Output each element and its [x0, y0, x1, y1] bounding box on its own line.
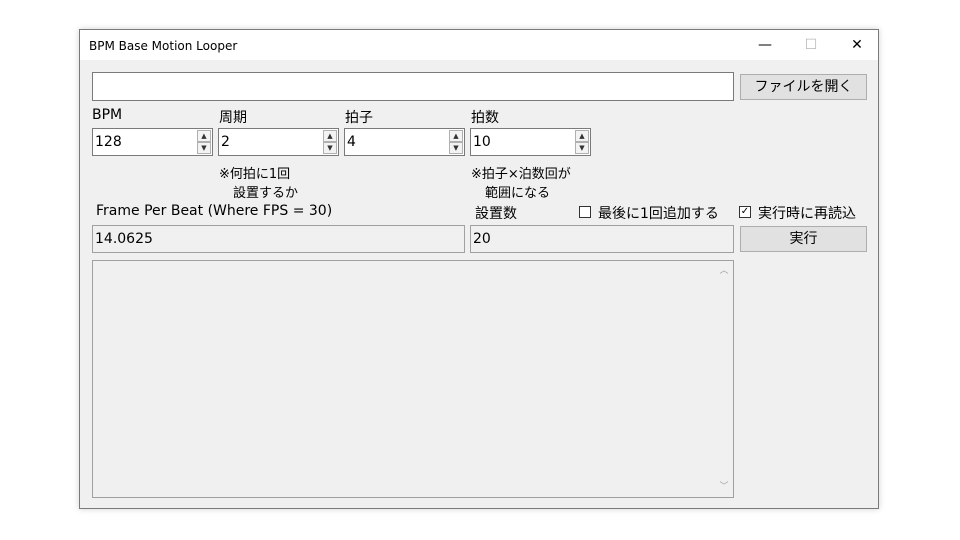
time-signature-spin: ▲ ▼	[449, 130, 463, 155]
time-signature-stepper[interactable]: 4 ▲ ▼	[344, 128, 465, 156]
file-path-input[interactable]	[92, 72, 734, 101]
frame-per-beat-value: 14.0625	[95, 231, 153, 247]
beat-count-spin: ▲ ▼	[575, 130, 589, 155]
open-file-button[interactable]: ファイルを開く	[740, 74, 867, 100]
bpm-spin: ▲ ▼	[197, 130, 211, 155]
period-spin-down-icon[interactable]: ▼	[323, 142, 337, 154]
period-value: 2	[221, 134, 230, 150]
frame-per-beat-label: Frame Per Beat (Where FPS = 30)	[96, 203, 333, 219]
beat-count-spin-up-icon[interactable]: ▲	[575, 130, 589, 142]
run-button[interactable]: 実行	[740, 226, 867, 252]
frame-per-beat-field[interactable]: 14.0625	[92, 225, 465, 253]
minimize-button[interactable]: —	[742, 30, 788, 60]
period-spin-up-icon[interactable]: ▲	[323, 130, 337, 142]
period-note-line2: 設置するか	[233, 186, 299, 201]
placement-count-value: 20	[473, 231, 491, 247]
bpm-spin-up-icon[interactable]: ▲	[197, 130, 211, 142]
period-spin: ▲ ▼	[323, 130, 337, 155]
bpm-value: 128	[95, 134, 122, 150]
beat-count-stepper[interactable]: 10 ▲ ▼	[470, 128, 591, 156]
close-button[interactable]: ✕	[834, 30, 880, 60]
add-once-at-end-label[interactable]: 最後に1回追加する	[598, 203, 719, 223]
scroll-up-icon[interactable]: ︿	[717, 265, 731, 277]
reload-on-run-checkbox[interactable]: ✓	[739, 206, 751, 218]
beat-count-label: 拍数	[471, 110, 499, 126]
period-note-line1: ※何拍に1回	[219, 167, 291, 182]
time-signature-spin-up-icon[interactable]: ▲	[449, 130, 463, 142]
time-signature-label: 拍子	[345, 110, 373, 126]
time-signature-spin-down-icon[interactable]: ▼	[449, 142, 463, 154]
reload-on-run-label[interactable]: 実行時に再読込	[758, 203, 856, 223]
beat-count-spin-down-icon[interactable]: ▼	[575, 142, 589, 154]
title-bar[interactable]: BPM Base Motion Looper — ☐ ✕	[80, 30, 878, 60]
period-stepper[interactable]: 2 ▲ ▼	[218, 128, 339, 156]
beat-count-note-line2: 範囲になる	[485, 186, 551, 201]
period-label: 周期	[219, 110, 247, 126]
bpm-spin-down-icon[interactable]: ▼	[197, 142, 211, 154]
window-title: BPM Base Motion Looper	[89, 39, 238, 53]
app-window: BPM Base Motion Looper — ☐ ✕ ファイルを開く BPM…	[79, 29, 879, 509]
beat-count-note-line1: ※拍子×泊数回が	[471, 167, 571, 182]
output-textarea[interactable]: ︿ ﹀	[92, 260, 734, 498]
maximize-button[interactable]: ☐	[788, 30, 834, 60]
scroll-down-icon[interactable]: ﹀	[717, 481, 731, 493]
placement-count-label: 設置数	[475, 206, 517, 222]
beat-count-value: 10	[473, 134, 491, 150]
bpm-stepper[interactable]: 128 ▲ ▼	[92, 128, 213, 156]
add-once-at-end-checkbox[interactable]	[579, 206, 591, 218]
bpm-label: BPM	[92, 107, 123, 123]
placement-count-field[interactable]: 20	[470, 225, 734, 253]
time-signature-value: 4	[347, 134, 356, 150]
